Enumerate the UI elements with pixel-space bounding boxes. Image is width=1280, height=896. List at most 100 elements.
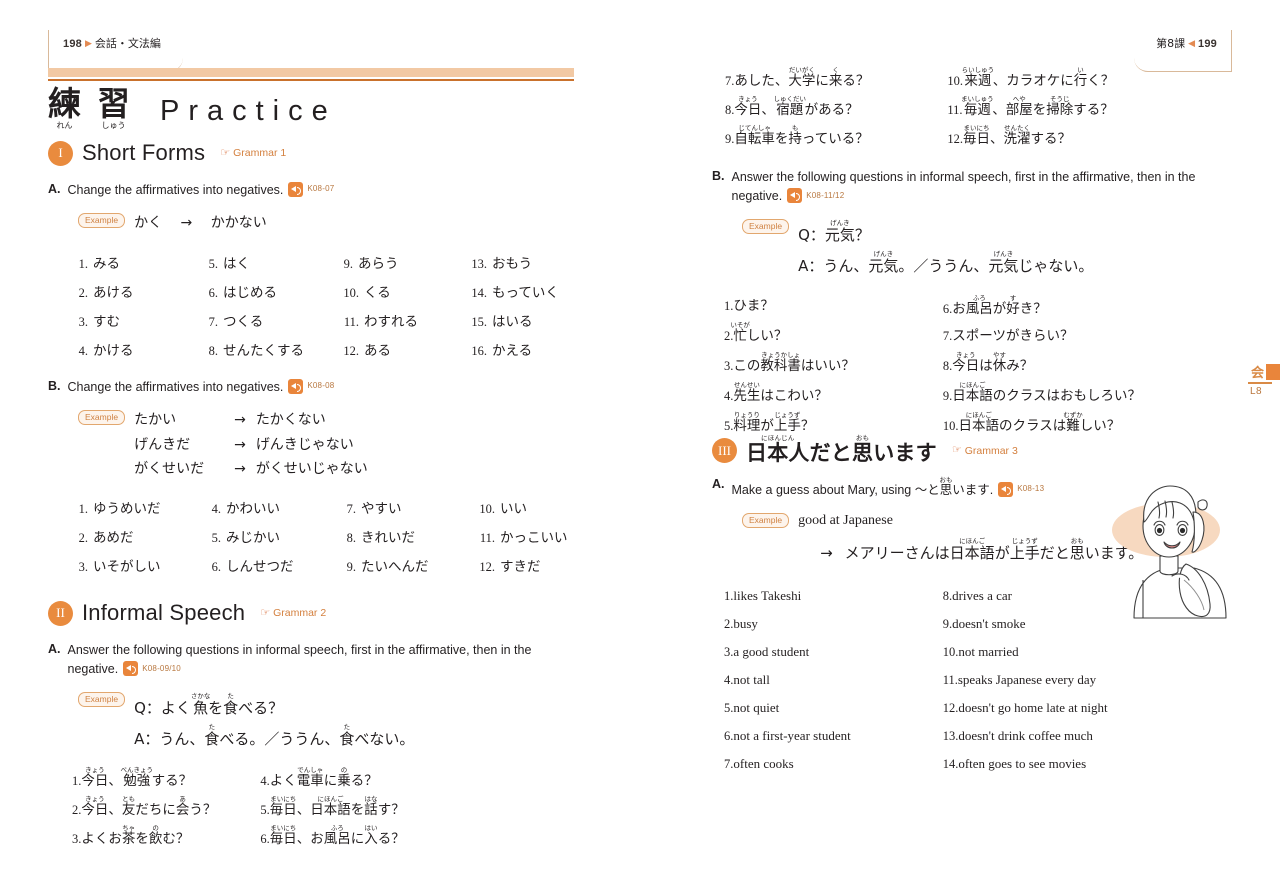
banner-bar-thick	[48, 68, 574, 77]
list-item: 12.毎日まいにち、洗濯せんたくする？	[947, 124, 1071, 147]
list-item-text: もっていく	[492, 284, 559, 301]
list-item-index: 4.	[78, 343, 88, 358]
example-q: Q：元気げんき？	[798, 218, 870, 244]
speaker-icon	[787, 188, 803, 204]
items-2a-right-col: 4.よく電車でんしゃに乗のる？ 5.毎日まいにち、日本語にほんごを話はなす？ 6…	[260, 766, 404, 848]
example-right: がくせいじゃない	[255, 460, 368, 477]
list-item-index: 10.	[479, 502, 495, 517]
grammar-ref-1[interactable]: ☞ Grammar 1	[220, 147, 286, 159]
list-item-index: 8.	[346, 531, 356, 546]
practice-kanji-ren: 練 れん	[48, 87, 81, 131]
list-item-index: 7.	[346, 502, 356, 517]
list-item-text: not a first-year student	[733, 728, 851, 744]
list-item: 11. かっこいい	[473, 526, 603, 546]
list-item-index: 2.	[78, 285, 88, 300]
list-item: 11.speaks Japanese every day	[943, 671, 1108, 689]
list-item: 2.busy	[724, 615, 851, 633]
speaker-icon	[998, 482, 1014, 497]
example-prompt: good at Japanese	[798, 513, 893, 529]
audio-chip-k08-08[interactable]: K08-08	[288, 379, 334, 394]
list-item-index: 8.	[942, 589, 953, 604]
grammar-ref-2[interactable]: ☞ Grammar 2	[260, 607, 326, 619]
section-1-sub-a: A. Change the affirmatives into negative…	[48, 181, 588, 359]
right-page: 第8課 ◀ 199 7.あした、大学だいがくに来くる？ 8.今日きょう、宿題しゅくだ…	[640, 0, 1280, 896]
sub3a-letter: A.	[712, 477, 725, 491]
list-item: 16. かえる	[465, 339, 595, 359]
pointing-hand-icon: ☞	[951, 444, 962, 456]
continued-right-col: 10.来週らいしゅう、カラオケに行いく？ 11.毎週まいしゅう、部屋へやを掃除そ…	[947, 66, 1114, 148]
list-item: 7.あした、大学だいがくに来くる？	[725, 66, 870, 89]
list-item-index: 13.	[471, 256, 487, 271]
list-item-text: みる	[93, 255, 120, 272]
pointing-hand-icon: ☞	[220, 146, 231, 159]
list-item: 14.often goes to see movies	[943, 755, 1108, 773]
sub2b-example: Example Q：元気げんき？ A：うん、元気げんき。／ううん、元気げんきじゃ…	[742, 218, 1252, 278]
lesson-label-right: 第8課	[1156, 37, 1186, 50]
example-3a: good at Japanese → メアリーさんは日本語にほんごが上手じょうずだ…	[798, 513, 1143, 565]
list-item: 13. おもう	[465, 252, 595, 272]
list-item-index: 7.	[208, 314, 218, 329]
practice-kanji-1: 練	[48, 84, 81, 123]
sub2b-instruction: Answer the following questions in inform…	[732, 168, 1232, 207]
speaker-icon	[288, 182, 304, 197]
example-tag: Example	[742, 513, 790, 529]
sub-b-instruction-text: Change the affirmatives into negatives.	[67, 380, 284, 394]
list-item: 4.よく電車でんしゃに乗のる？	[260, 766, 378, 790]
list-item: 8.drives a car	[943, 587, 1108, 605]
section-2-heading: II Informal Speech ☞ Grammar 2	[48, 600, 588, 626]
list-item: 9. あらう	[337, 252, 465, 272]
audio-chip-k08-09-10[interactable]: K08-09/10	[123, 661, 181, 677]
example-line: がくせいだ → がくせいじゃない	[134, 459, 368, 479]
pointing-hand-icon: ☞	[260, 606, 271, 619]
example-tag: Example	[78, 691, 126, 707]
grammar-ref-3[interactable]: ☞ Grammar 3	[952, 445, 1018, 457]
section-1: I Short Forms ☞ Grammar 1	[48, 140, 578, 166]
section-2-title: Informal Speech	[82, 600, 246, 625]
list-item-index: 9.	[346, 560, 356, 575]
list-item-index: 1.	[724, 589, 734, 604]
list-item-text: たいへんだ	[361, 559, 429, 576]
items-grid-1a: 1. みる 5. はく 9. あらう 13. おもう 2. あける 6. はじめる 10. くる 14. もっ…	[72, 252, 588, 359]
list-item: 10. くる	[337, 281, 465, 301]
sub2b-instruction-row: B. Answer the following questions in inf…	[712, 168, 1252, 207]
list-item-index: 16.	[471, 343, 487, 358]
continued-left-col: 7.あした、大学だいがくに来くる？ 8.今日きょう、宿題しゅくだいがある？ 9.…	[725, 66, 869, 148]
list-item: 6. はじめる	[202, 281, 337, 301]
list-item: 8.今日きょうは休やすみ？	[942, 351, 1034, 375]
list-item: 7.often cooks	[724, 755, 851, 773]
left-page: 198 ▶ 会話・文法編 練 れん 習 しゅう Practice I Short…	[0, 0, 640, 896]
list-item-text: あめだ	[93, 530, 134, 547]
audio-chip-k08-07[interactable]: K08-07	[288, 182, 334, 197]
list-item: 1.今日きょう、勉強べんきょうする？	[72, 766, 193, 790]
audio-chip-k08-13[interactable]: K08-13	[998, 482, 1044, 497]
list-item-index: 5.	[211, 531, 221, 546]
list-item-index: 9.	[343, 256, 353, 271]
list-item-index: 11.	[479, 531, 495, 546]
sub2a-example: Example Q：よく 魚さかなを食たべる？ A：うん、食たべる。／ううん、食…	[78, 691, 593, 751]
section-1-sub-b: B. Change the affirmatives into negative…	[48, 378, 588, 575]
textbook-spread: 198 ▶ 会話・文法編 練 れん 習 しゅう Practice I Short…	[0, 0, 1280, 896]
grammar-ref-3-label: Grammar 3	[964, 444, 1018, 457]
continued-items-7-12: 7.あした、大学だいがくに来くる？ 8.今日きょう、宿題しゅくだいがある？ 9.…	[725, 66, 1114, 148]
list-item-text: しんせつだ	[226, 559, 294, 576]
list-item-text: やすい	[361, 501, 402, 518]
running-head-right: 第8課 ◀ 199	[1134, 30, 1232, 72]
list-item-text: つくる	[223, 313, 264, 330]
mary-with-bag-icon	[1112, 485, 1227, 619]
list-item-index: 14.	[942, 757, 959, 772]
arrow-icon: →	[180, 215, 193, 232]
list-item-text: a good student	[733, 644, 810, 660]
practice-kanji-shuu: 習 しゅう	[97, 87, 130, 131]
audio-chip-k08-11-12[interactable]: K08-11/12	[787, 188, 844, 204]
sub-a-example: Example かく → かかない	[78, 213, 588, 233]
arrow-icon: →	[234, 412, 246, 429]
list-item: 4.not tall	[724, 671, 851, 689]
list-item-index: 4.	[724, 673, 734, 688]
list-item-index: 13.	[942, 729, 959, 744]
list-item-text: あらう	[358, 255, 399, 272]
list-item-text: すきだ	[500, 559, 541, 576]
list-item: 4.先生せんせいはこわい？	[724, 381, 828, 405]
arrow-icon: →	[820, 544, 833, 563]
example-q: Q：よく 魚さかなを食たべる？	[134, 691, 284, 717]
list-item: 5. はく	[202, 252, 337, 272]
